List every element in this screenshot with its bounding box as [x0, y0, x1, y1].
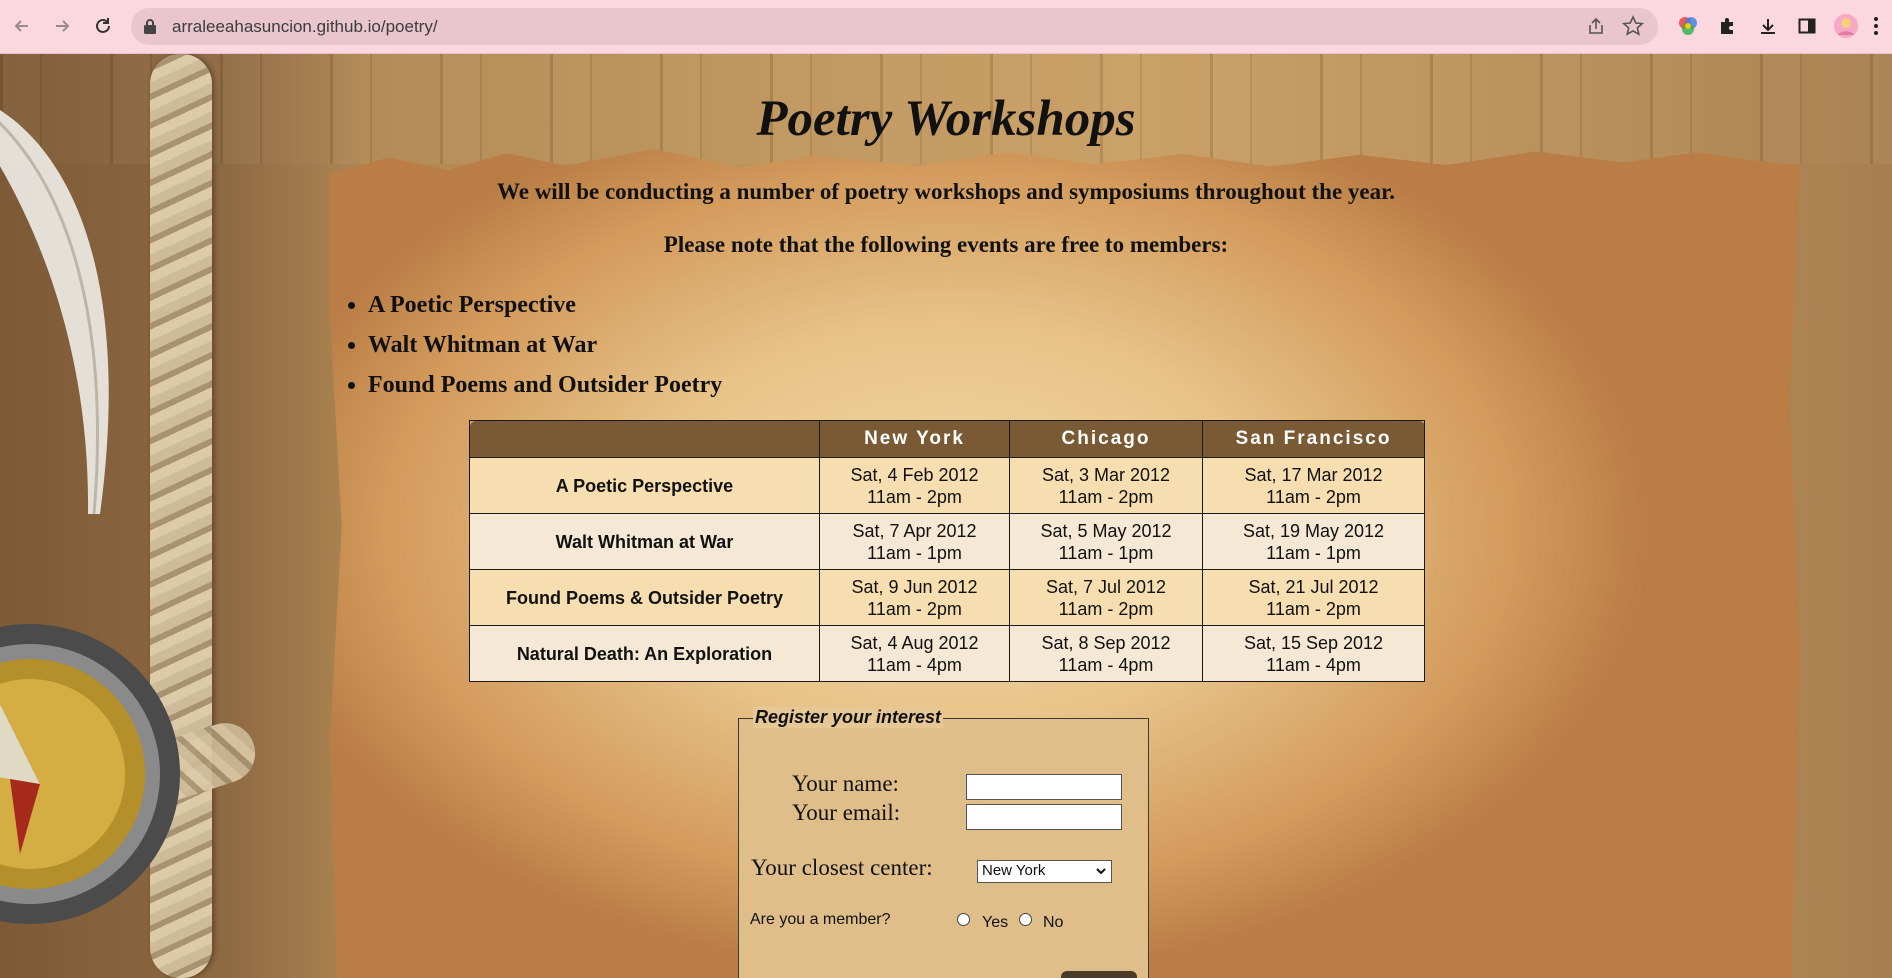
- time-text: 11am - 4pm: [1266, 654, 1361, 675]
- table-row: Natural Death: An Exploration Sat, 4 Aug…: [469, 625, 1425, 682]
- menu-icon[interactable]: [1866, 13, 1886, 39]
- profile-avatar[interactable]: [1833, 13, 1859, 39]
- event-name-cell: A Poetic Perspective: [469, 457, 820, 514]
- schedule-cell: Sat, 15 Sep 2012 11am - 4pm: [1202, 625, 1425, 682]
- time-text: 11am - 2pm: [867, 486, 962, 507]
- date-text: Sat, 9 Jun 2012: [851, 576, 978, 597]
- free-events-list: A Poetic Perspective Walt Whitman at War…: [344, 290, 722, 410]
- puzzle-extension-icon[interactable]: [1715, 13, 1741, 39]
- reload-icon[interactable]: [91, 14, 115, 38]
- header-cell-new-york: New York: [819, 420, 1010, 458]
- back-icon[interactable]: [10, 14, 34, 38]
- schedule-cell: Sat, 5 May 2012 11am - 1pm: [1009, 513, 1203, 570]
- page-title: Poetry Workshops: [756, 91, 1136, 147]
- form-legend: Register your interest: [753, 707, 944, 728]
- schedule-cell: Sat, 4 Aug 2012 11am - 4pm: [819, 625, 1010, 682]
- color-extension-icon[interactable]: [1675, 13, 1701, 39]
- table-row: Found Poems & Outsider Poetry Sat, 9 Jun…: [469, 569, 1425, 626]
- quill-feather-image: [0, 110, 109, 515]
- event-name-cell: Natural Death: An Exploration: [469, 625, 820, 682]
- header-cell-san-francisco: San Francisco: [1202, 420, 1425, 458]
- time-text: 11am - 1pm: [1058, 542, 1154, 563]
- share-icon[interactable]: [1586, 16, 1606, 41]
- address-bar[interactable]: arraleeahasuncion.github.io/poetry/: [131, 8, 1658, 45]
- member-no-label[interactable]: No: [1043, 914, 1063, 932]
- date-text: Sat, 3 Mar 2012: [1041, 464, 1171, 485]
- list-item: Found Poems and Outsider Poetry: [368, 370, 722, 410]
- center-select-value: New York: [982, 862, 1046, 879]
- list-item: A Poetic Perspective: [368, 290, 722, 330]
- schedule-cell: Sat, 9 Jun 2012 11am - 2pm: [819, 569, 1010, 626]
- time-text: 11am - 1pm: [1266, 542, 1361, 563]
- table-header-row: New York Chicago San Francisco: [469, 420, 1425, 458]
- submit-button[interactable]: [1061, 971, 1137, 978]
- schedule-cell: Sat, 17 Mar 2012 11am - 2pm: [1202, 457, 1425, 514]
- chevron-down-icon: [1095, 864, 1107, 881]
- time-text: 11am - 4pm: [1058, 654, 1154, 675]
- event-name-cell: Walt Whitman at War: [469, 513, 820, 570]
- center-select[interactable]: New York: [977, 860, 1112, 883]
- url-text[interactable]: arraleeahasuncion.github.io/poetry/: [172, 17, 438, 37]
- member-label: Are you a member?: [750, 911, 891, 928]
- time-text: 11am - 2pm: [1266, 598, 1361, 619]
- header-cell-empty: [469, 420, 820, 458]
- schedule-cell: Sat, 19 May 2012 11am - 1pm: [1202, 513, 1425, 570]
- date-text: Sat, 4 Feb 2012: [850, 464, 979, 485]
- center-label: Your closest center:: [751, 855, 933, 880]
- star-icon[interactable]: [1621, 15, 1645, 42]
- time-text: 11am - 1pm: [867, 542, 962, 563]
- date-text: Sat, 7 Jul 2012: [1045, 576, 1167, 597]
- time-text: 11am - 2pm: [1058, 486, 1154, 507]
- list-item: Walt Whitman at War: [368, 330, 722, 370]
- forward-icon[interactable]: [50, 14, 74, 38]
- table-row: Walt Whitman at War Sat, 7 Apr 2012 11am …: [469, 513, 1425, 570]
- register-interest-form: Register your interest Your name: Your e…: [738, 707, 1149, 978]
- intro-text: We will be conducting a number of poetry…: [497, 179, 1395, 204]
- member-yes-radio[interactable]: [957, 913, 970, 926]
- free-events-note: Please note that the following events ar…: [663, 232, 1229, 257]
- time-text: 11am - 2pm: [1266, 486, 1361, 507]
- date-text: Sat, 8 Sep 2012: [1041, 632, 1171, 653]
- time-text: 11am - 2pm: [1058, 598, 1154, 619]
- table-row: A Poetic Perspective Sat, 4 Feb 2012 11am…: [469, 457, 1425, 514]
- browser-toolbar: arraleeahasuncion.github.io/poetry/: [0, 0, 1892, 54]
- schedule-cell: Sat, 8 Sep 2012 11am - 4pm: [1009, 625, 1203, 682]
- email-label: Your email:: [792, 800, 901, 825]
- date-text: Sat, 5 May 2012: [1040, 520, 1172, 541]
- date-text: Sat, 15 Sep 2012: [1243, 632, 1384, 653]
- date-text: Sat, 19 May 2012: [1242, 520, 1385, 541]
- time-text: 11am - 2pm: [867, 598, 962, 619]
- side-panel-icon[interactable]: [1794, 13, 1820, 39]
- date-text: Sat, 17 Mar 2012: [1244, 464, 1383, 485]
- date-text: Sat, 4 Aug 2012: [850, 632, 979, 653]
- time-text: 11am - 4pm: [867, 654, 962, 675]
- date-text: Sat, 7 Apr 2012: [852, 520, 977, 541]
- name-label: Your name:: [792, 771, 899, 796]
- event-name-cell: Found Poems & Outsider Poetry: [469, 569, 820, 626]
- member-yes-label[interactable]: Yes: [982, 914, 1008, 932]
- date-text: Sat, 21 Jul 2012: [1248, 576, 1379, 597]
- schedule-cell: Sat, 21 Jul 2012 11am - 2pm: [1202, 569, 1425, 626]
- email-field[interactable]: [966, 804, 1122, 830]
- schedule-cell: Sat, 3 Mar 2012 11am - 2pm: [1009, 457, 1203, 514]
- compass-image: [0, 624, 180, 924]
- schedule-cell: Sat, 7 Apr 2012 11am - 1pm: [819, 513, 1010, 570]
- workshop-schedule-table: New York Chicago San Francisco A Poetic …: [469, 420, 1425, 682]
- name-field[interactable]: [966, 774, 1122, 800]
- download-icon[interactable]: [1755, 13, 1781, 39]
- schedule-cell: Sat, 4 Feb 2012 11am - 2pm: [819, 457, 1010, 514]
- schedule-cell: Sat, 7 Jul 2012 11am - 2pm: [1009, 569, 1203, 626]
- member-no-radio[interactable]: [1019, 913, 1032, 926]
- header-cell-chicago: Chicago: [1009, 420, 1203, 458]
- lock-icon[interactable]: [143, 18, 157, 40]
